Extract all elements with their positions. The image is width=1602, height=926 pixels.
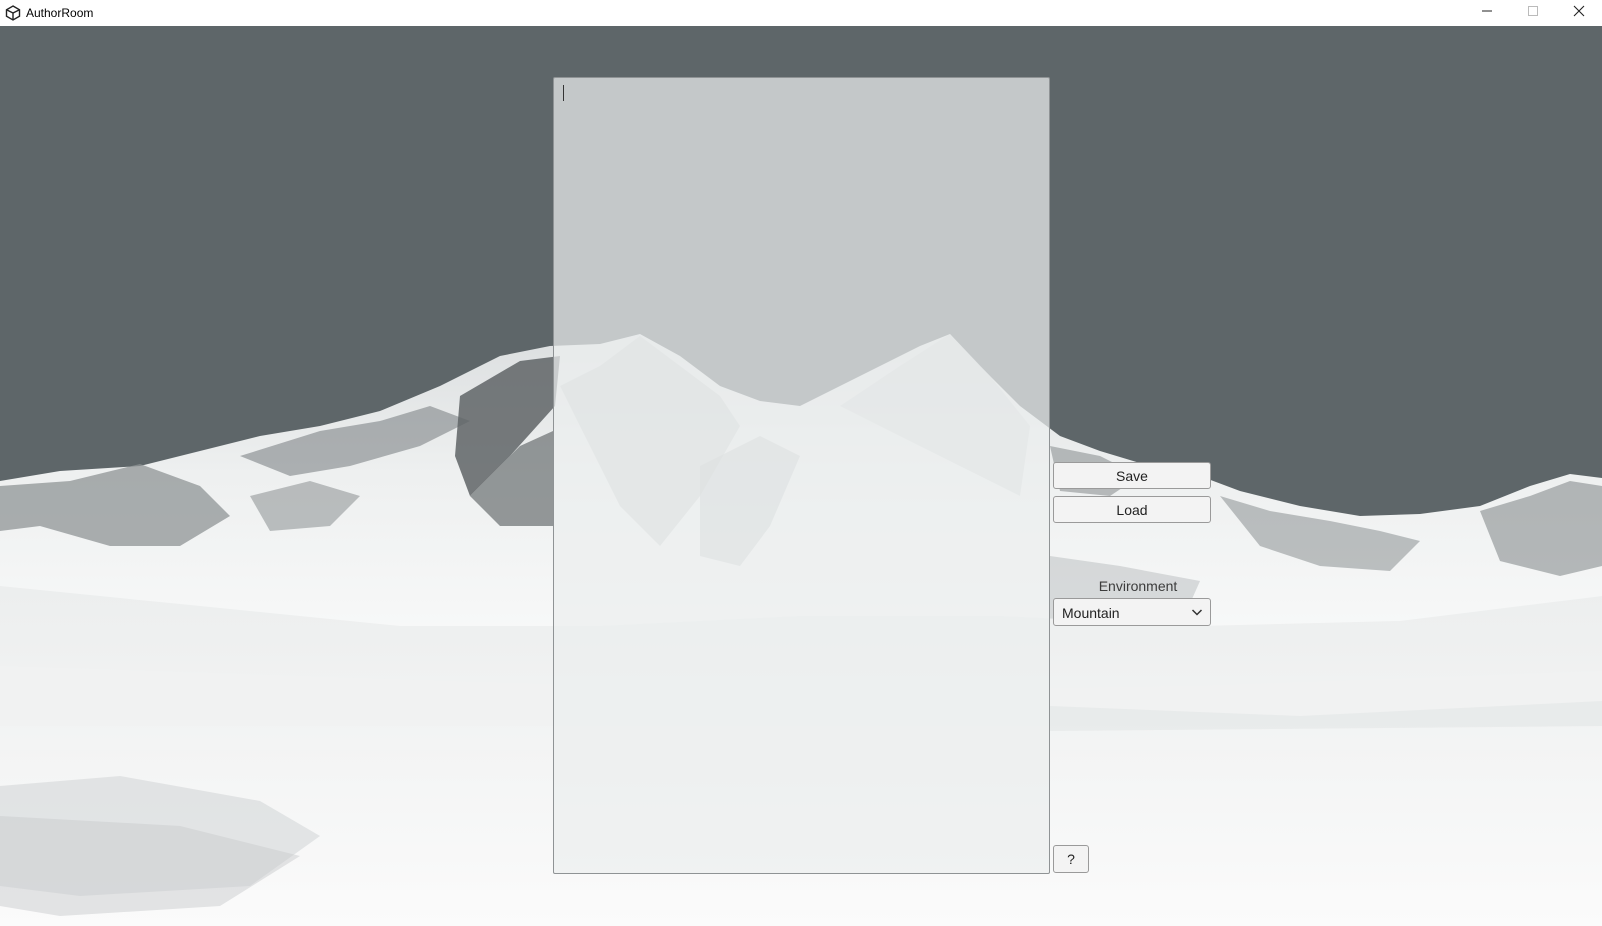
environment-label: Environment [1098,578,1178,594]
maximize-icon [1527,4,1539,22]
text-caret [563,85,564,101]
save-button[interactable]: Save [1053,462,1211,489]
help-button[interactable]: ? [1053,845,1089,873]
load-button-label: Load [1116,501,1148,518]
close-button[interactable] [1556,0,1602,26]
environment-dropdown[interactable]: Mountain [1053,598,1211,626]
window-title: AuthorRoom [26,6,94,20]
save-button-label: Save [1116,467,1148,484]
title-bar[interactable]: AuthorRoom [0,0,1602,26]
maximize-button[interactable] [1510,0,1556,26]
chevron-down-icon [1191,607,1203,617]
help-button-label: ? [1067,851,1075,867]
mountain-scene-viewport: Save Load Environment Mountain ? [0,26,1602,926]
story-text-input[interactable] [554,78,1049,873]
close-icon [1573,4,1585,22]
minimize-button[interactable] [1464,0,1510,26]
story-text-panel[interactable] [553,77,1050,874]
app-window: AuthorRoom Save Load Environment Mountai… [0,0,1602,926]
unity-logo-icon [5,5,21,21]
minimize-icon [1481,4,1493,22]
environment-selected-value: Mountain [1062,605,1120,621]
load-button[interactable]: Load [1053,496,1211,523]
